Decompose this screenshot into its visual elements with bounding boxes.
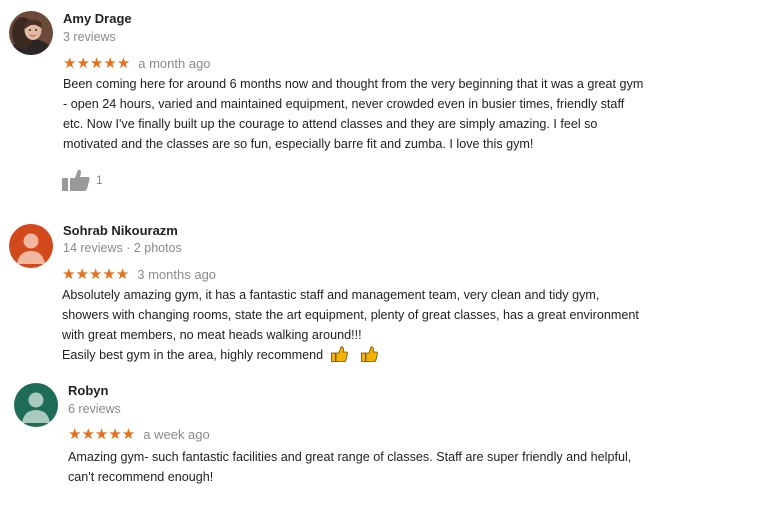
star-rating: ★★★★★ xyxy=(68,425,136,443)
review-text-line: Amazing gym- such fantastic facilities a… xyxy=(68,450,632,464)
review-card: Robyn 6 reviews ★★★★★ a week ago Amazing… xyxy=(0,0,773,514)
review-meta[interactable]: 6 reviews xyxy=(68,402,121,416)
rating-row: ★★★★★ a week ago xyxy=(68,425,210,443)
person-icon xyxy=(14,383,58,427)
review-text: Amazing gym- such fantastic facilities a… xyxy=(68,447,631,487)
avatar[interactable] xyxy=(14,383,58,427)
review-time: a week ago xyxy=(143,426,210,442)
author-name[interactable]: Robyn xyxy=(68,383,108,398)
review-text-line: can't recommend enough! xyxy=(68,470,214,484)
